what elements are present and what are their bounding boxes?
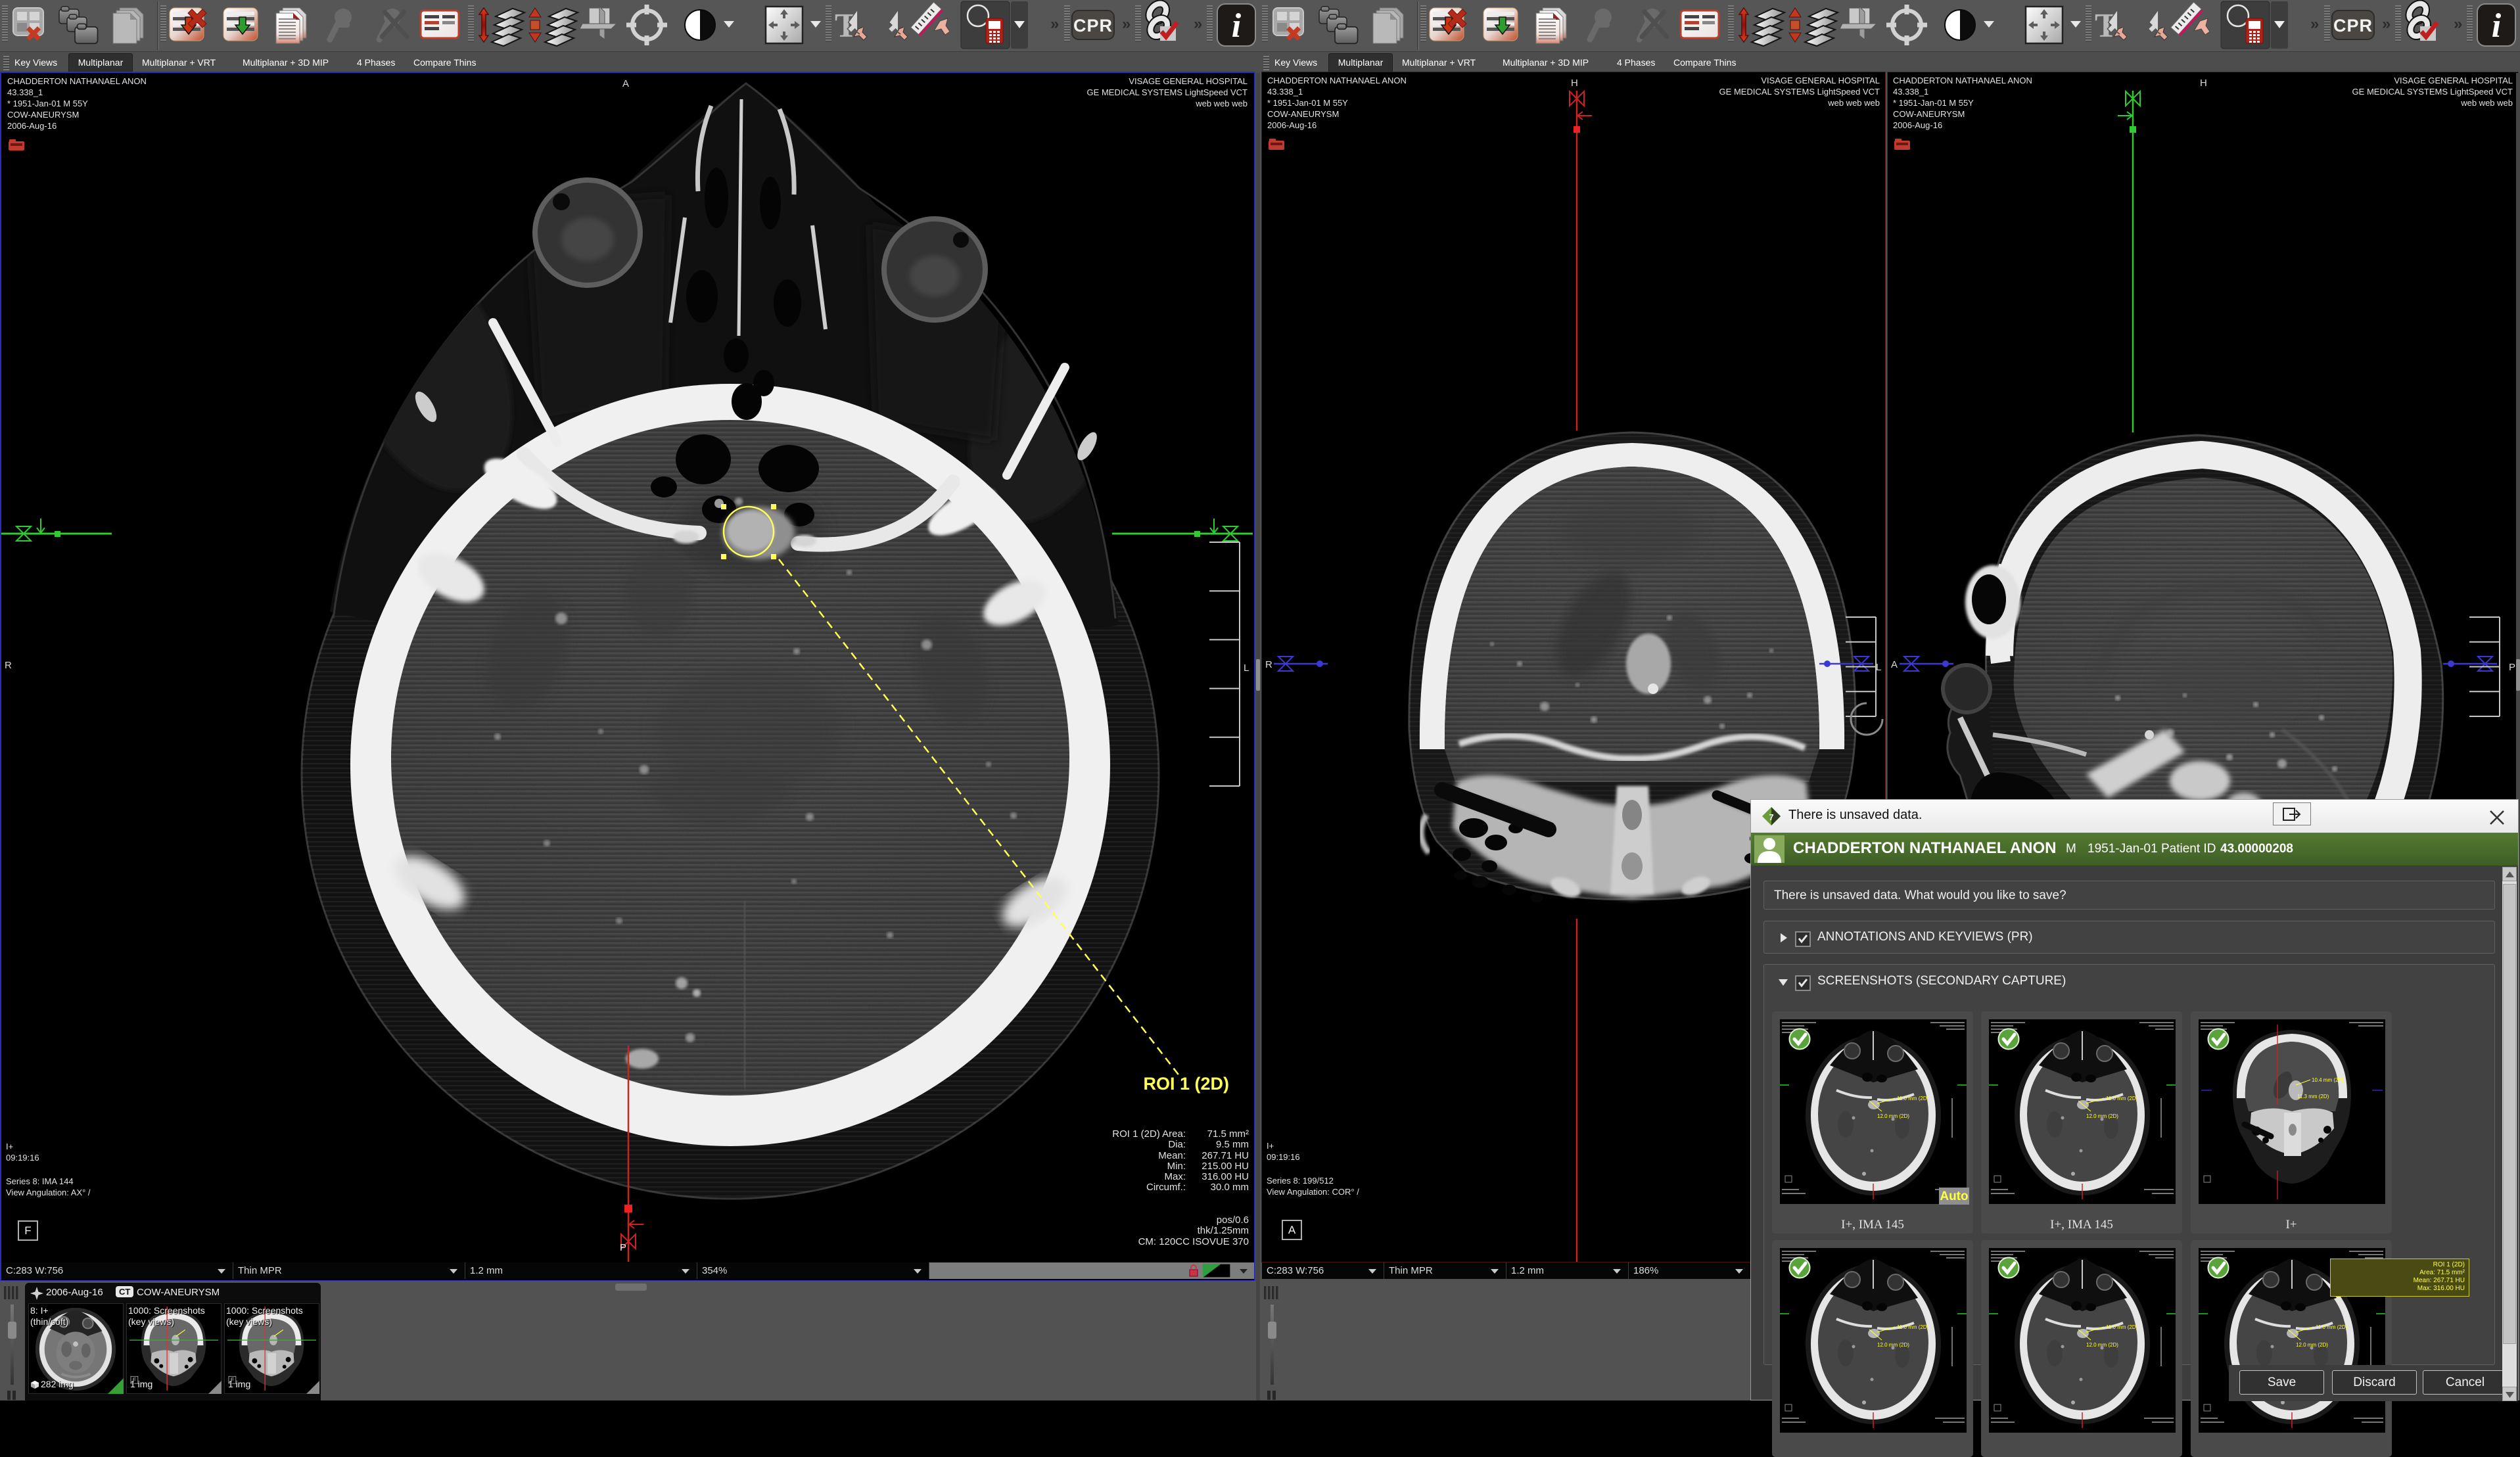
svg-text:CPR: CPR	[2333, 16, 2373, 35]
svg-text:i: i	[1232, 7, 1242, 45]
svg-text:»: »	[1050, 15, 1059, 33]
svg-text:»: »	[1122, 15, 1131, 33]
svg-text:i: i	[2492, 7, 2502, 45]
svg-text:»: »	[2310, 15, 2319, 33]
svg-text:ROI 1 (2D): ROI 1 (2D)	[1143, 1074, 1229, 1094]
svg-text:»: »	[2454, 15, 2462, 33]
svg-text:»: »	[1194, 15, 1202, 33]
svg-text:7: 7	[1769, 812, 1773, 822]
svg-text:»: »	[2382, 15, 2391, 33]
svg-text:CPR: CPR	[1073, 16, 1113, 35]
